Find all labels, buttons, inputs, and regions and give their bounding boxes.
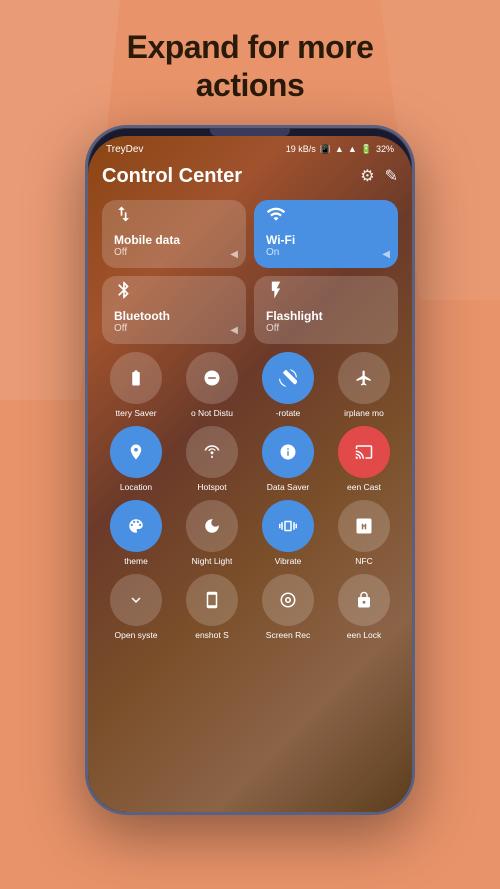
dnd-tile[interactable]: o Not Distu — [178, 352, 246, 418]
hotspot-label: Hotspot — [197, 482, 226, 492]
night-light-tile[interactable]: Night Light — [178, 500, 246, 566]
data-saver-btn[interactable] — [262, 426, 314, 478]
screenshot-btn[interactable] — [186, 574, 238, 626]
data-saver-tile[interactable]: Data Saver — [254, 426, 322, 492]
nfc-tile[interactable]: NFC — [330, 500, 398, 566]
screenshot-tile[interactable]: enshot S — [178, 574, 246, 640]
airplane-tile[interactable]: irplane mo — [330, 352, 398, 418]
settings-icon[interactable]: ⚙ — [360, 166, 374, 186]
mobile-data-tile[interactable]: Mobile data Off ◀ — [102, 200, 246, 268]
phone-shell: TreyDev 19 kB/s 📳 ▲ ▲ 🔋 32% Control Cent… — [85, 125, 415, 815]
cc-title: Control Center — [102, 165, 242, 188]
airplane-btn[interactable] — [338, 352, 390, 404]
bluetooth-label: Bluetooth — [114, 309, 234, 323]
screenshot-label: enshot S — [195, 630, 229, 640]
headline-line2: actions — [196, 67, 305, 103]
bluetooth-icon — [114, 280, 234, 305]
wifi-sublabel: On — [266, 247, 386, 258]
night-light-btn[interactable] — [186, 500, 238, 552]
location-tile[interactable]: Location — [102, 426, 170, 492]
battery-icon: 🔋 — [361, 144, 372, 155]
phone-screen: TreyDev 19 kB/s 📳 ▲ ▲ 🔋 32% Control Cent… — [88, 136, 412, 812]
battery-saver-btn[interactable] — [110, 352, 162, 404]
small-tiles-row4: Open syste enshot S Screen Rec — [102, 574, 398, 640]
screen-rec-btn[interactable] — [262, 574, 314, 626]
status-right: 19 kB/s 📳 ▲ ▲ 🔋 32% — [286, 144, 394, 155]
screen-rec-tile[interactable]: Screen Rec — [254, 574, 322, 640]
open-syste-btn[interactable] — [110, 574, 162, 626]
phone-notch — [210, 128, 290, 136]
small-tiles-row3: theme Night Light Vibrate — [102, 500, 398, 566]
large-tiles-row1: Mobile data Off ◀ Wi-Fi On ◀ — [102, 200, 398, 268]
bluetooth-tile[interactable]: Bluetooth Off ◀ — [102, 276, 246, 344]
vibrate-btn[interactable] — [262, 500, 314, 552]
hotspot-btn[interactable] — [186, 426, 238, 478]
control-center-content: Control Center ⚙ ✎ Mobile data Off ◀ — [88, 159, 412, 812]
cc-header-icons: ⚙ ✎ — [360, 166, 398, 186]
speed-label: 19 kB/s — [286, 144, 316, 154]
screen-cast-btn[interactable] — [338, 426, 390, 478]
mobile-data-sublabel: Off — [114, 247, 234, 258]
mobile-data-label: Mobile data — [114, 233, 234, 247]
bluetooth-arrow: ◀ — [230, 325, 238, 336]
bluetooth-sublabel: Off — [114, 323, 234, 334]
status-bar: TreyDev 19 kB/s 📳 ▲ ▲ 🔋 32% — [88, 136, 412, 159]
screen-lock-label: een Lock — [347, 630, 382, 640]
nfc-label: NFC — [355, 556, 372, 566]
location-btn[interactable] — [110, 426, 162, 478]
screen-cast-label: een Cast — [347, 482, 381, 492]
wifi-tile[interactable]: Wi-Fi On ◀ — [254, 200, 398, 268]
wifi-arrow: ◀ — [382, 249, 390, 260]
signal-icon: ▲ — [348, 144, 357, 154]
mobile-data-arrow: ◀ — [230, 249, 238, 260]
dnd-btn[interactable] — [186, 352, 238, 404]
edit-icon[interactable]: ✎ — [385, 166, 398, 186]
flashlight-sublabel: Off — [266, 323, 386, 334]
flashlight-label: Flashlight — [266, 309, 386, 323]
night-light-label: Night Light — [192, 556, 233, 566]
theme-tile[interactable]: theme — [102, 500, 170, 566]
theme-label: theme — [124, 556, 148, 566]
airplane-label: irplane mo — [344, 408, 384, 418]
mobile-data-icon — [114, 204, 234, 229]
battery-saver-tile[interactable]: ttery Saver — [102, 352, 170, 418]
wifi-tile-icon — [266, 204, 386, 229]
rotate-label: -rotate — [276, 408, 301, 418]
screen-lock-btn[interactable] — [338, 574, 390, 626]
wifi-label: Wi-Fi — [266, 233, 386, 247]
small-tiles-row2: Location Hotspot Data Saver — [102, 426, 398, 492]
screen-cast-tile[interactable]: een Cast — [330, 426, 398, 492]
data-saver-label: Data Saver — [267, 482, 310, 492]
screen-rec-label: Screen Rec — [266, 630, 310, 640]
vibrate-icon: 📳 — [320, 144, 331, 155]
flashlight-icon — [266, 280, 386, 305]
battery-saver-label: ttery Saver — [115, 408, 156, 418]
nfc-btn[interactable] — [338, 500, 390, 552]
screen-lock-tile[interactable]: een Lock — [330, 574, 398, 640]
carrier-label: TreyDev — [106, 144, 143, 155]
rotate-tile[interactable]: -rotate — [254, 352, 322, 418]
open-syste-label: Open syste — [115, 630, 158, 640]
battery-label: 32% — [376, 144, 394, 154]
location-label: Location — [120, 482, 152, 492]
hotspot-tile[interactable]: Hotspot — [178, 426, 246, 492]
large-tiles-row2: Bluetooth Off ◀ Flashlight Off — [102, 276, 398, 344]
headline: Expand for more actions — [127, 28, 374, 105]
wifi-icon: ▲ — [335, 144, 344, 154]
cc-header: Control Center ⚙ ✎ — [102, 165, 398, 188]
headline-line1: Expand for more — [127, 29, 374, 65]
theme-btn[interactable] — [110, 500, 162, 552]
vibrate-tile[interactable]: Vibrate — [254, 500, 322, 566]
flashlight-tile[interactable]: Flashlight Off — [254, 276, 398, 344]
vibrate-label: Vibrate — [275, 556, 302, 566]
open-syste-tile[interactable]: Open syste — [102, 574, 170, 640]
rotate-btn[interactable] — [262, 352, 314, 404]
dnd-label: o Not Distu — [191, 408, 233, 418]
small-tiles-row1: ttery Saver o Not Distu -rotate — [102, 352, 398, 418]
